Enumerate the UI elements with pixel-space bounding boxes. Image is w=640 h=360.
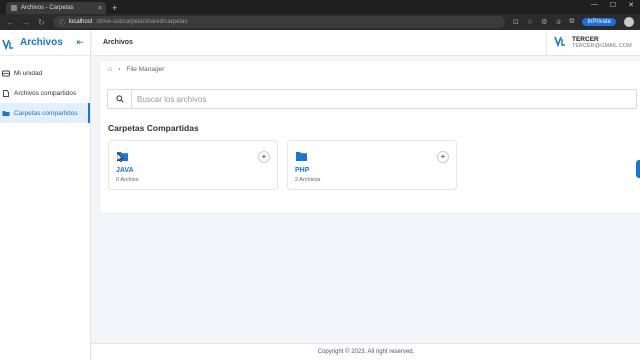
browser-addressbar: ← → ↻ ⓘ localhost/drive-subcarpeta/share… xyxy=(0,14,640,30)
sidebar-nav: Mi unidad Archivos compartidos Carpetas … xyxy=(0,56,90,123)
inprivate-badge[interactable]: InPrivate xyxy=(582,18,616,26)
url-path: /drive-subcarpeta/shared/carpetas xyxy=(96,19,188,25)
collapse-sidebar-icon[interactable]: ⇤ xyxy=(76,37,84,48)
extensions-icon[interactable]: ⚙ xyxy=(541,18,547,26)
breadcrumb: ⌂ › File Manager xyxy=(108,66,164,73)
browser-tabbar: Archivos - Carpetas × + — ☐ ✕ xyxy=(0,0,640,14)
folder-card-java[interactable]: + JAVA 0 Archivo xyxy=(108,140,278,190)
forward-icon[interactable]: → xyxy=(22,18,30,27)
maximize-icon[interactable]: ☐ xyxy=(610,1,616,9)
user-email: TERCER@GMAIL.COM xyxy=(572,43,632,49)
mouse-cursor-icon xyxy=(117,153,123,162)
favicon-icon xyxy=(11,5,17,11)
sidebar-item-label: Mi unidad xyxy=(14,69,43,77)
sidebar-item-archivos-compartidos[interactable]: Archivos compartidos xyxy=(0,83,90,103)
favorites-icon[interactable]: ✰ xyxy=(555,18,561,26)
brand-title: Archivos xyxy=(20,37,63,48)
user-logo-icon xyxy=(554,34,566,52)
new-tab-button[interactable]: + xyxy=(112,3,117,13)
footer: Copyright © 2023. All right reserved. xyxy=(92,343,640,360)
home-icon[interactable]: ⌂ xyxy=(108,66,112,73)
section-title: Carpetas Compartidas xyxy=(108,123,199,133)
info-icon[interactable]: ⓘ xyxy=(59,18,65,27)
sidebar-item-carpetas-compartidos[interactable]: Carpetas compartidos xyxy=(0,103,90,123)
folder-card-php[interactable]: + PHP 2 Archivos xyxy=(287,140,457,190)
profile-avatar[interactable] xyxy=(624,17,634,27)
user-name: TERCER xyxy=(572,36,599,43)
search-input[interactable] xyxy=(132,90,636,108)
reload-icon[interactable]: ↻ xyxy=(38,18,45,27)
user-info: TERCER TERCER@GMAIL.COM xyxy=(572,36,632,49)
page-title: Archivos xyxy=(103,39,133,46)
file-icon xyxy=(3,89,9,97)
folder-name: JAVA xyxy=(116,167,134,174)
folder-count: 0 Archivo xyxy=(116,177,139,183)
browser-tab[interactable]: Archivos - Carpetas × xyxy=(6,2,106,14)
close-window-icon[interactable]: ✕ xyxy=(628,1,634,9)
sidebar-item-label: Carpetas compartidos xyxy=(14,109,78,117)
add-button[interactable]: + xyxy=(437,151,449,163)
folder-name: PHP xyxy=(295,167,310,174)
window-controls: — ☐ ✕ xyxy=(591,1,634,9)
drive-icon xyxy=(2,70,10,76)
settings-side-tab[interactable] xyxy=(636,160,640,178)
folder-open-icon xyxy=(2,110,10,116)
sidebar: Archivos ⇤ Mi unidad Archivos compartido… xyxy=(0,30,91,360)
favorite-star-icon[interactable]: ☆ xyxy=(527,18,533,26)
browser-tab-title: Archivos - Carpetas xyxy=(21,5,74,11)
tracking-icon[interactable]: ⊡ xyxy=(513,18,519,26)
breadcrumb-separator-icon: › xyxy=(118,66,121,73)
sidebar-item-mi-unidad[interactable]: Mi unidad xyxy=(0,63,90,83)
minimize-icon[interactable]: — xyxy=(591,1,598,9)
main-card: ⌂ › File Manager Carpetas Compartidas + … xyxy=(100,61,640,213)
brand: Archivos ⇤ xyxy=(0,30,90,56)
collections-icon[interactable]: ⧉ xyxy=(569,18,574,26)
folder-count: 2 Archivos xyxy=(295,177,321,183)
folder-icon xyxy=(296,152,307,161)
search-bar xyxy=(107,89,637,109)
add-button[interactable]: + xyxy=(258,151,270,163)
brand-logo-icon xyxy=(2,37,14,50)
url-field[interactable]: ⓘ localhost/drive-subcarpeta/shared/carp… xyxy=(52,16,505,28)
breadcrumb-current: File Manager xyxy=(126,66,165,73)
close-tab-icon[interactable]: × xyxy=(98,5,102,12)
toolbar-icons: ⊡ ☆ ⚙ ✰ ⧉ InPrivate xyxy=(513,17,634,27)
url-host: localhost xyxy=(68,19,93,25)
search-icon xyxy=(115,95,124,103)
back-icon[interactable]: ← xyxy=(6,18,14,27)
search-button[interactable] xyxy=(108,90,132,108)
user-menu[interactable]: TERCER TERCER@GMAIL.COM xyxy=(546,29,640,56)
sidebar-item-label: Archivos compartidos xyxy=(14,89,77,97)
top-header: Archivos TERCER TERCER@GMAIL.COM xyxy=(92,29,640,56)
